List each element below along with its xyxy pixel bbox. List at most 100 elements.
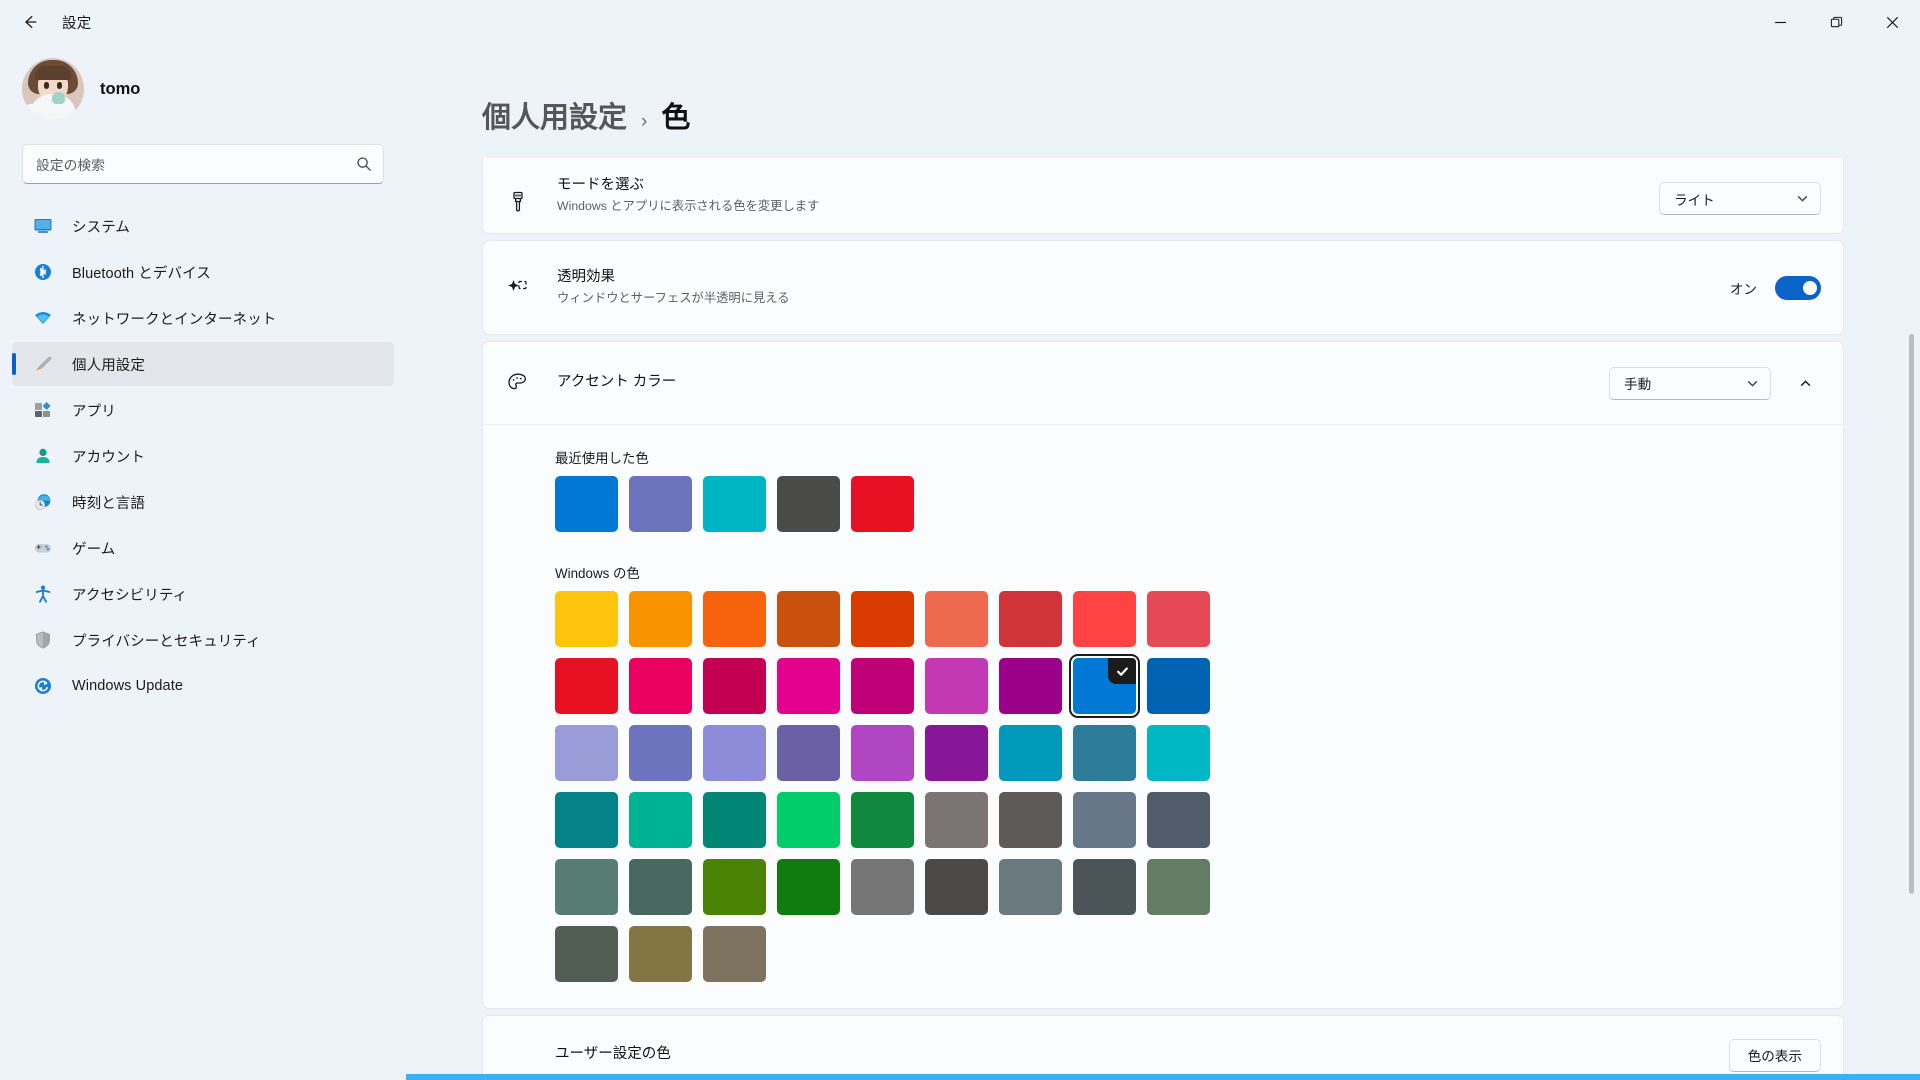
view-colors-button[interactable]: 色の表示 [1729, 1039, 1821, 1072]
accent-mode-dropdown[interactable]: 手動 [1609, 367, 1771, 400]
windows-color-swatch[interactable] [999, 792, 1062, 848]
settings-window: 設定 to [0, 0, 1920, 1080]
windows-color-swatch[interactable] [999, 859, 1062, 915]
windows-color-swatch[interactable] [555, 859, 618, 915]
windows-color-swatch[interactable] [851, 859, 914, 915]
maximize-button[interactable] [1808, 0, 1864, 44]
windows-color-swatch[interactable] [703, 926, 766, 982]
windows-color-swatch[interactable] [629, 658, 692, 714]
sidebar-item-bluetooth[interactable]: Bluetooth とデバイス [12, 250, 394, 294]
back-arrow-icon [21, 13, 39, 31]
recent-color-swatch[interactable] [777, 476, 840, 532]
windows-color-swatch[interactable] [777, 591, 840, 647]
windows-color-swatch[interactable] [1073, 859, 1136, 915]
sidebar-item-gaming[interactable]: ゲーム [12, 526, 394, 570]
windows-color-swatch[interactable] [1147, 658, 1210, 714]
windows-color-swatch[interactable] [555, 926, 618, 982]
windows-color-swatch[interactable] [1073, 792, 1136, 848]
minimize-button[interactable] [1752, 0, 1808, 44]
windows-color-swatch[interactable] [999, 591, 1062, 647]
windows-color-swatch[interactable] [1073, 725, 1136, 781]
windows-color-swatch[interactable] [629, 591, 692, 647]
card-subtitle: ウィンドウとサーフェスが半透明に見える [557, 289, 1730, 307]
recent-color-swatch[interactable] [851, 476, 914, 532]
windows-colors-label: Windows の色 [555, 562, 1821, 582]
windows-color-swatch[interactable] [555, 658, 618, 714]
sidebar-item-privacy-security[interactable]: プライバシーとセキュリティ [12, 618, 394, 662]
sidebar-item-network[interactable]: ネットワークとインターネット [12, 296, 394, 340]
sidebar-item-label: 時刻と言語 [72, 492, 145, 513]
card-title: アクセント カラー [557, 372, 1609, 393]
card-custom-color: ユーザー設定の色 色の表示 [482, 1015, 1844, 1079]
windows-color-swatch[interactable] [777, 792, 840, 848]
sidebar-item-windows-update[interactable]: Windows Update [12, 664, 394, 708]
sidebar-item-accounts[interactable]: アカウント [12, 434, 394, 478]
windows-color-swatch[interactable] [777, 859, 840, 915]
windows-color-swatch[interactable] [703, 725, 766, 781]
close-button[interactable] [1864, 0, 1920, 44]
windows-color-swatch[interactable] [555, 792, 618, 848]
windows-color-swatch[interactable] [925, 792, 988, 848]
windows-color-swatch[interactable] [703, 591, 766, 647]
windows-color-swatch[interactable] [777, 725, 840, 781]
windows-color-swatch[interactable] [703, 658, 766, 714]
sidebar-item-label: アクセシビリティ [72, 584, 187, 605]
profile-name: tomo [100, 80, 140, 99]
windows-color-swatch-selected[interactable] [1073, 658, 1136, 714]
back-button[interactable] [8, 5, 52, 39]
windows-color-swatch[interactable] [629, 859, 692, 915]
windows-color-swatch[interactable] [1147, 859, 1210, 915]
windows-color-swatch[interactable] [851, 591, 914, 647]
breadcrumb-parent[interactable]: 個人用設定 [482, 94, 627, 136]
card-text: アクセント カラー [557, 372, 1609, 393]
windows-color-swatch[interactable] [851, 725, 914, 781]
card-title: 透明効果 [557, 267, 1730, 288]
windows-color-swatch[interactable] [925, 859, 988, 915]
windows-color-swatch[interactable] [851, 792, 914, 848]
windows-color-swatch[interactable] [925, 725, 988, 781]
sidebar-item-system[interactable]: システム [12, 204, 394, 248]
windows-color-swatch[interactable] [703, 859, 766, 915]
mode-dropdown[interactable]: ライト [1659, 182, 1821, 215]
minimize-icon [1774, 16, 1787, 29]
windows-color-swatch[interactable] [629, 725, 692, 781]
windows-color-swatch[interactable] [999, 725, 1062, 781]
sidebar-item-apps[interactable]: アプリ [12, 388, 394, 432]
privacy-security-icon [32, 629, 54, 651]
sidebar-item-label: 個人用設定 [72, 354, 145, 375]
windows-color-swatch[interactable] [555, 725, 618, 781]
windows-color-swatch[interactable] [925, 658, 988, 714]
network-icon [32, 307, 54, 329]
sidebar-item-label: Bluetooth とデバイス [72, 262, 211, 283]
transparency-toggle[interactable] [1775, 276, 1821, 300]
windows-color-swatch[interactable] [703, 792, 766, 848]
user-profile[interactable]: tomo [0, 44, 406, 138]
sidebar-item-label: アカウント [72, 446, 145, 467]
search-icon[interactable] [356, 156, 372, 172]
windows-colors-row [555, 591, 1821, 647]
sidebar-item-accessibility[interactable]: アクセシビリティ [12, 572, 394, 616]
recent-color-swatch[interactable] [555, 476, 618, 532]
windows-color-swatch[interactable] [555, 591, 618, 647]
sidebar-item-personalization[interactable]: 個人用設定 [12, 342, 394, 386]
search-input[interactable]: 設定の検索 [22, 144, 384, 184]
windows-color-swatch[interactable] [1147, 725, 1210, 781]
windows-color-swatch[interactable] [777, 658, 840, 714]
windows-color-swatch[interactable] [1073, 591, 1136, 647]
recent-color-swatch[interactable] [703, 476, 766, 532]
windows-color-swatch[interactable] [629, 792, 692, 848]
windows-colors-grid [555, 591, 1821, 982]
windows-color-swatch[interactable] [1147, 591, 1210, 647]
windows-color-swatch[interactable] [925, 591, 988, 647]
sidebar-item-time-language[interactable]: 時刻と言語 [12, 480, 394, 524]
scrollbar-thumb[interactable] [1909, 334, 1914, 894]
windows-color-swatch[interactable] [629, 926, 692, 982]
card-transparency-effects: 透明効果 ウィンドウとサーフェスが半透明に見える オン [482, 240, 1844, 335]
windows-color-swatch[interactable] [851, 658, 914, 714]
windows-color-swatch[interactable] [1147, 792, 1210, 848]
windows-color-swatch[interactable] [999, 658, 1062, 714]
accent-expander-button[interactable] [1789, 367, 1821, 399]
transparency-icon [505, 275, 531, 301]
recent-color-swatch[interactable] [629, 476, 692, 532]
scrollbar[interactable] [1909, 162, 1914, 972]
